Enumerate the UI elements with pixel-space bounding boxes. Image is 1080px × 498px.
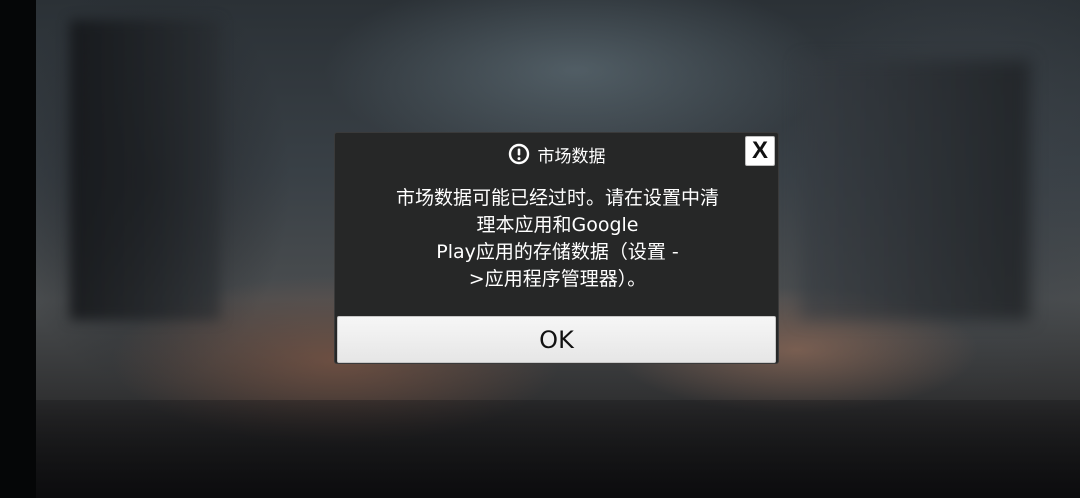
- exclamation-circle-icon: [508, 143, 530, 165]
- background-ruins-left: [70, 20, 220, 320]
- dialog-title: 市场数据: [537, 146, 606, 167]
- game-screen: 市场数据 X 市场数据可能已经过时。请在设置中清 理本应用和Google Pla…: [0, 0, 1080, 498]
- left-black-bar: [0, 0, 36, 498]
- background-ruins-right: [800, 60, 1030, 320]
- market-data-dialog: 市场数据 X 市场数据可能已经过时。请在设置中清 理本应用和Google Pla…: [334, 132, 779, 364]
- ok-button[interactable]: OK: [337, 316, 776, 363]
- dialog-message: 市场数据可能已经过时。请在设置中清 理本应用和Google Play应用的存储数…: [395, 187, 719, 290]
- dialog-header: 市场数据: [335, 141, 778, 167]
- close-button[interactable]: X: [745, 136, 775, 166]
- ok-button-label: OK: [539, 325, 574, 354]
- background-ground: [36, 400, 1080, 498]
